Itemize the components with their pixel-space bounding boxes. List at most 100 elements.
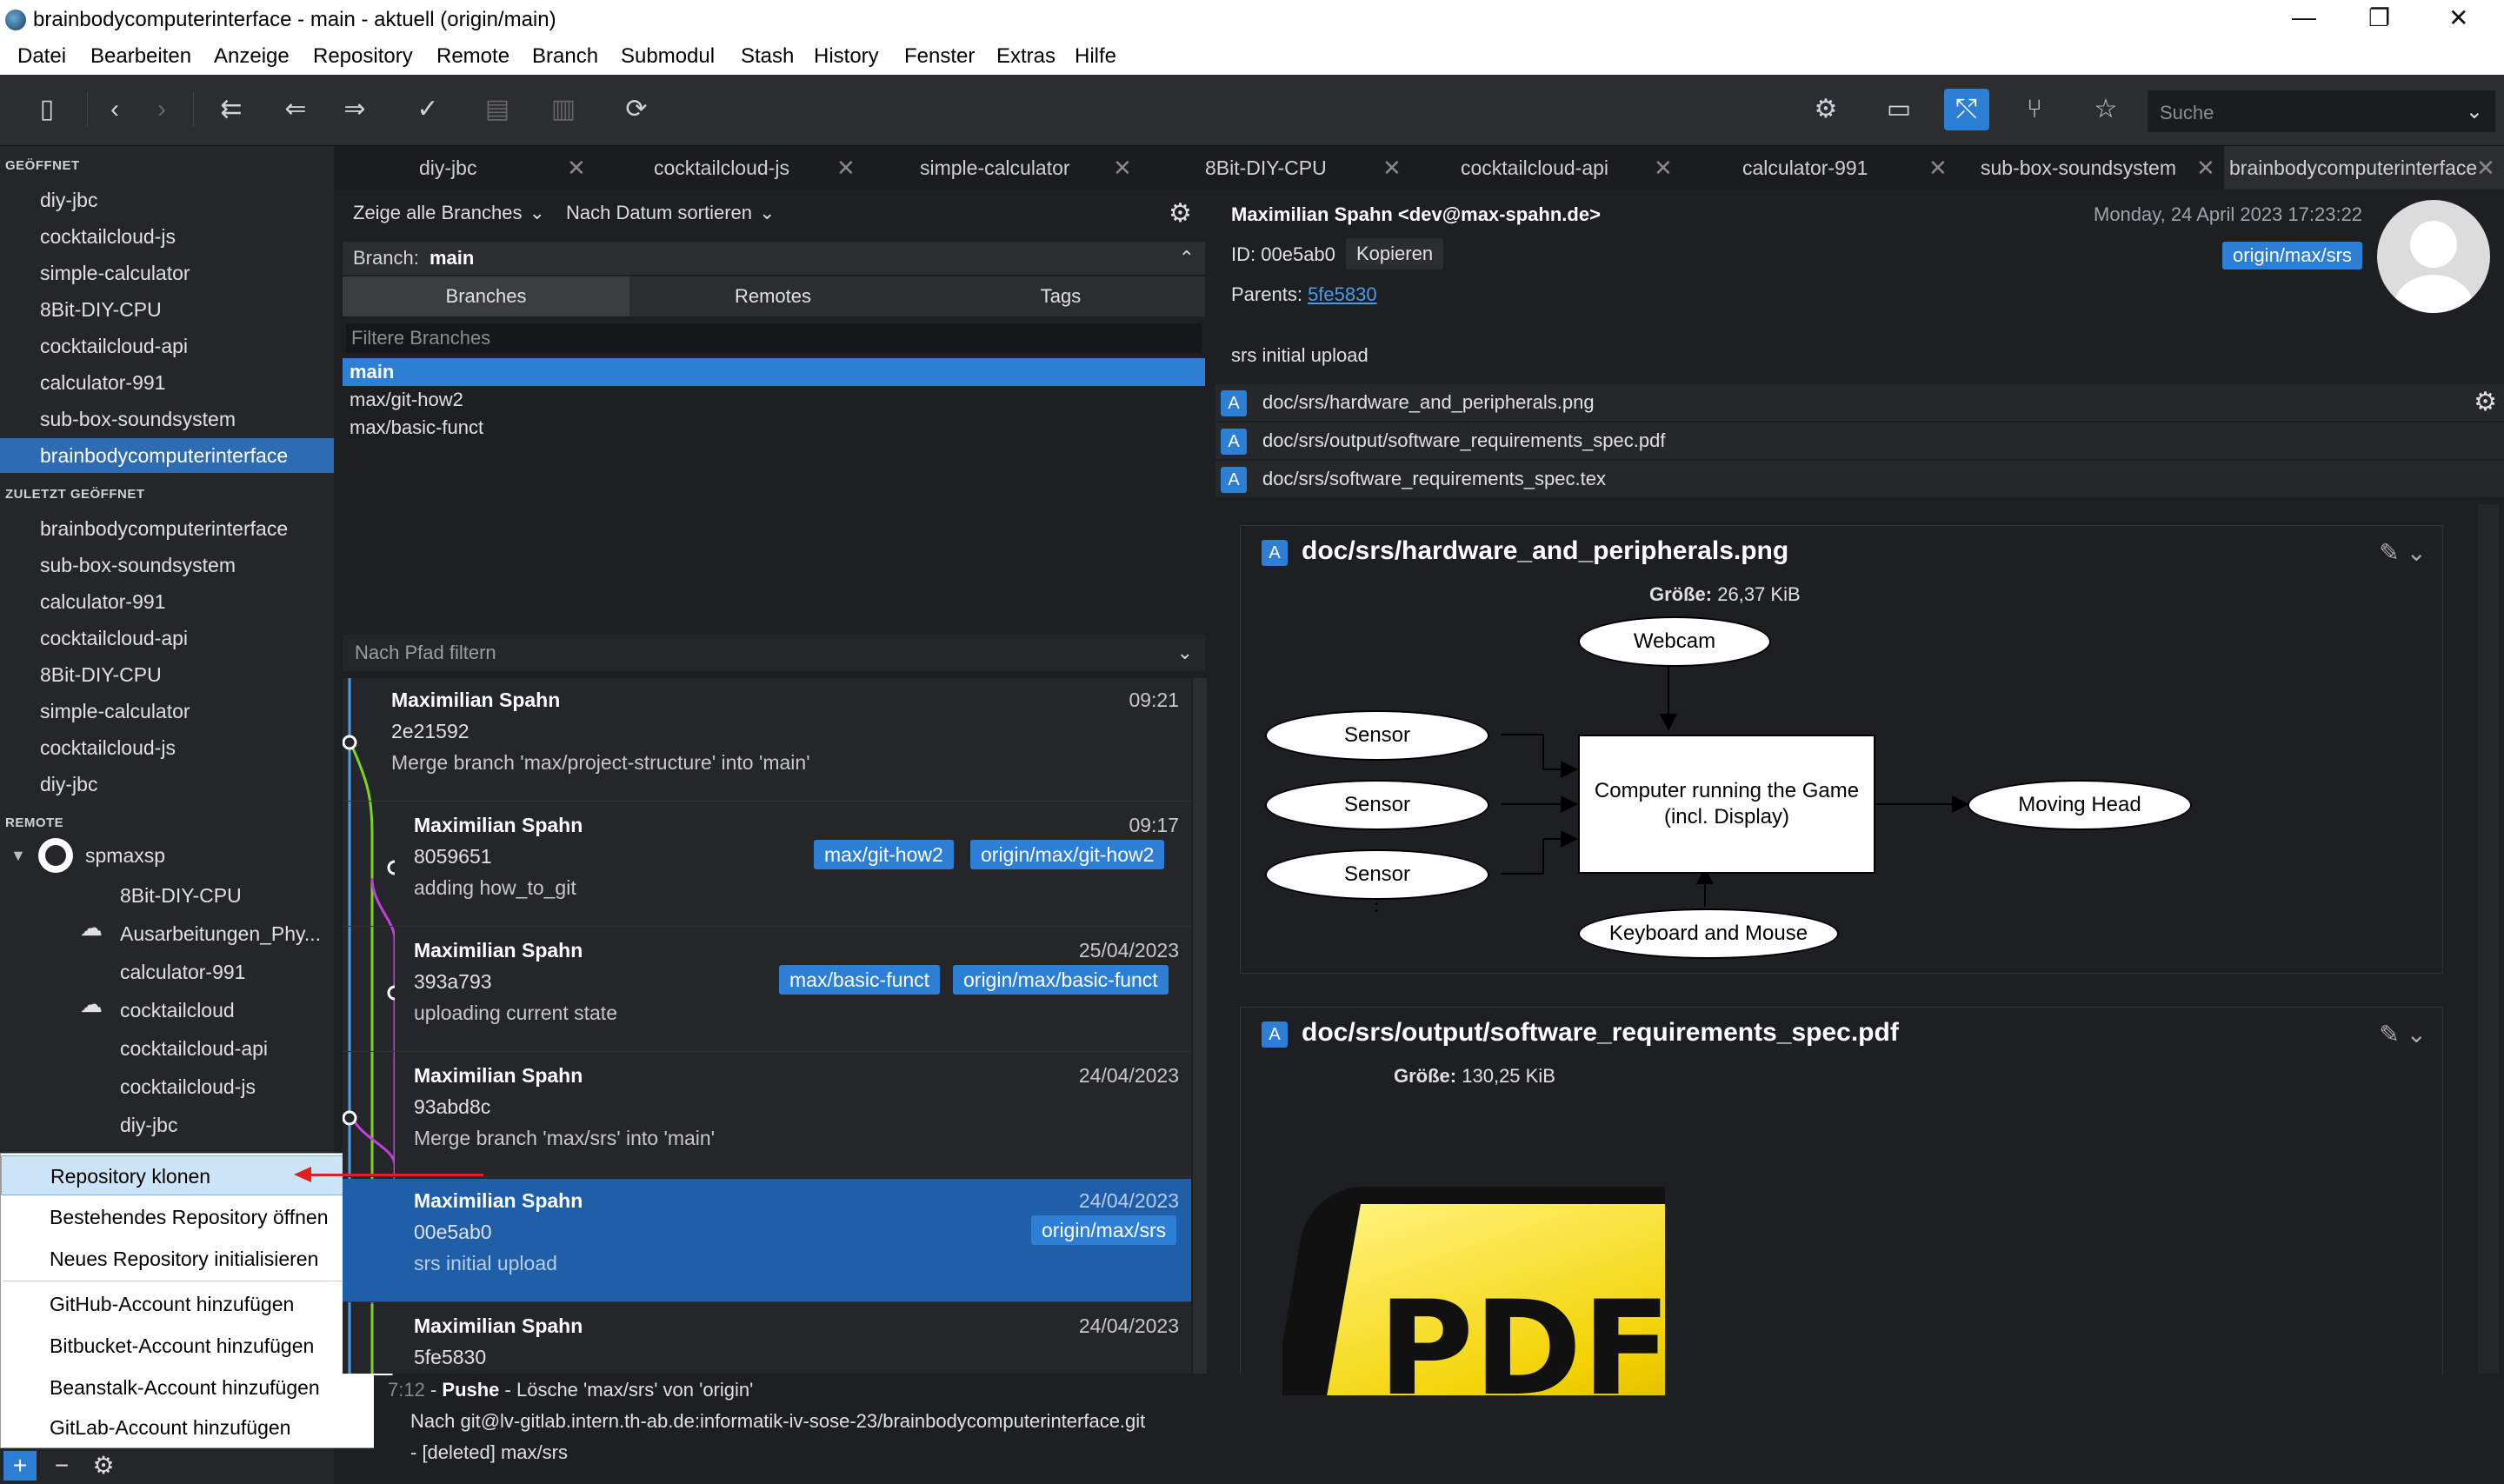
push-icon[interactable]: ⇒: [332, 89, 377, 130]
menu-fenster[interactable]: Fenster: [904, 44, 975, 69]
menu-datei[interactable]: Datei: [17, 44, 66, 69]
sidebar-item-recent[interactable]: diy-jbc: [0, 767, 334, 802]
remote-repo-item[interactable]: diy-jbc: [0, 1108, 334, 1142]
chevron-down-icon[interactable]: ⌄: [2407, 1021, 2427, 1048]
close-tab-icon[interactable]: ✕: [1382, 146, 1402, 190]
favorite-star-icon[interactable]: ☆: [2083, 89, 2128, 130]
tab-remotes[interactable]: Remotes: [629, 276, 916, 316]
parent-link[interactable]: 5fe5830: [1308, 283, 1377, 305]
commit-row[interactable]: Maximilian Spahn 8059651 adding how_to_g…: [343, 803, 1191, 927]
settings-gear-icon[interactable]: ⚙: [1169, 198, 1192, 229]
remote-account-label[interactable]: spmaxsp: [85, 838, 165, 873]
sidebar-item-opened[interactable]: diy-jbc: [0, 183, 334, 217]
settings-gear-icon[interactable]: ⚙: [87, 1451, 120, 1481]
back-icon[interactable]: ‹: [92, 89, 137, 130]
tab-simple-calculator[interactable]: simple-calculator ✕: [920, 146, 1132, 190]
close-tab-icon[interactable]: ✕: [1654, 146, 1673, 190]
commit-row[interactable]: Maximilian Spahn 5fe5830 24/04/2023: [343, 1304, 1191, 1374]
menu-history[interactable]: History: [814, 44, 879, 69]
branch-item[interactable]: main: [343, 358, 1205, 386]
sidebar-item-opened[interactable]: cocktailcloud-js: [0, 219, 334, 254]
menu-submodul[interactable]: Submodul: [621, 44, 715, 69]
branch-badge[interactable]: origin/max/git-how2: [970, 840, 1165, 869]
sidebar-item-opened[interactable]: simple-calculator: [0, 256, 334, 290]
tab-branches[interactable]: Branches: [343, 276, 629, 316]
branch-badge[interactable]: max/git-how2: [814, 840, 954, 869]
layout-icon[interactable]: ▭: [1876, 89, 1921, 130]
branch-badge[interactable]: origin/max/srs: [1031, 1215, 1177, 1245]
branch-badge[interactable]: max/basic-funct: [779, 965, 941, 995]
close-tab-icon[interactable]: ✕: [567, 146, 586, 190]
remote-repo-item[interactable]: cocktailcloud-api: [0, 1031, 334, 1066]
remote-repo-item[interactable]: cocktailcloud: [0, 993, 334, 1028]
path-filter-input[interactable]: Nach Pfad filtern ⌄: [343, 635, 1205, 671]
current-branch-bar[interactable]: Branch: main ⌃: [343, 242, 1205, 275]
detail-scrollbar[interactable]: [2478, 504, 2499, 1374]
sidebar-item-recent[interactable]: calculator-991: [0, 584, 334, 619]
close-button[interactable]: ✕: [2448, 3, 2468, 32]
tab-brainbodycomputerinterface[interactable]: brainbodycomputerinterface ✕: [2224, 146, 2504, 190]
sidebar-item-opened[interactable]: calculator-991: [0, 365, 334, 400]
menu-branch[interactable]: Branch: [532, 44, 598, 69]
sidebar-item-opened[interactable]: cocktailcloud-api: [0, 329, 334, 363]
sidebar-item-recent[interactable]: brainbodycomputerinterface: [0, 511, 334, 546]
sidebar-item-recent[interactable]: cocktailcloud-js: [0, 730, 334, 765]
menu-item-add-beanstalk[interactable]: Beanstalk-Account hinzufügen: [1, 1368, 392, 1407]
add-icon[interactable]: +: [3, 1451, 37, 1481]
tab-diy-jbc[interactable]: diy-jbc ✕: [419, 146, 586, 190]
tab-cocktailcloud-js[interactable]: cocktailcloud-js ✕: [654, 146, 856, 190]
sidebar-item-opened[interactable]: 8Bit-DIY-CPU: [0, 292, 334, 327]
menu-extras[interactable]: Extras: [996, 44, 1056, 69]
sidebar-item-recent[interactable]: simple-calculator: [0, 694, 334, 729]
refresh-icon[interactable]: ⟳: [614, 89, 659, 130]
pull-icon[interactable]: ⇇: [209, 89, 254, 130]
menu-anzeige[interactable]: Anzeige: [214, 44, 290, 69]
branch-view-icon[interactable]: ⑂: [2012, 89, 2057, 130]
collapse-arrow-icon[interactable]: ▼: [10, 847, 26, 865]
close-tab-icon[interactable]: ✕: [1928, 146, 1948, 190]
tab-tags[interactable]: Tags: [916, 276, 1205, 316]
sidebar-item-recent[interactable]: 8Bit-DIY-CPU: [0, 657, 334, 692]
sidebar-item-opened-selected[interactable]: brainbodycomputerinterface: [0, 438, 334, 473]
settings-gear-icon[interactable]: ⚙: [2474, 384, 2497, 421]
graph-view-icon[interactable]: ⤲: [1944, 89, 1989, 130]
menu-item-open-repository[interactable]: Bestehendes Repository öffnen: [1, 1197, 392, 1237]
copy-button[interactable]: Kopieren: [1346, 238, 1444, 270]
chevron-down-icon[interactable]: ⌄: [1177, 635, 1193, 671]
remove-icon[interactable]: −: [45, 1451, 78, 1481]
close-tab-icon[interactable]: ✕: [2476, 146, 2495, 190]
stash-pop-icon[interactable]: ▥: [541, 89, 586, 130]
menu-item-add-gitlab[interactable]: GitLab-Account hinzufügen: [1, 1407, 392, 1447]
remote-repo-item[interactable]: calculator-991: [0, 955, 334, 989]
chevron-down-icon[interactable]: ⌄: [2407, 539, 2427, 566]
sort-dropdown[interactable]: Nach Datum sortieren: [566, 202, 752, 223]
menu-bearbeiten[interactable]: Bearbeiten: [90, 44, 191, 69]
menu-item-add-github[interactable]: GitHub-Account hinzufügen: [1, 1284, 392, 1324]
settings-gear-icon[interactable]: ⚙: [1803, 89, 1848, 130]
commit-row[interactable]: Maximilian Spahn 93abd8c Merge branch 'm…: [343, 1054, 1191, 1177]
close-tab-icon[interactable]: ✕: [2196, 146, 2215, 190]
edit-pencil-icon[interactable]: ✎: [2379, 1021, 2399, 1048]
close-tab-icon[interactable]: ✕: [1113, 146, 1132, 190]
search-input[interactable]: Suche ⌄: [2148, 90, 2495, 132]
commit-list-scrollbar[interactable]: [1193, 678, 1207, 1374]
remote-repo-item[interactable]: 8Bit-DIY-CPU: [0, 878, 334, 913]
changed-file-row[interactable]: A doc/srs/software_requirements_spec.tex: [1215, 461, 2504, 497]
menu-item-init-repository[interactable]: Neues Repository initialisieren: [1, 1239, 392, 1279]
fetch-icon[interactable]: ⇐: [273, 89, 318, 130]
menu-item-add-bitbucket[interactable]: Bitbucket-Account hinzufügen: [1, 1326, 392, 1366]
minimize-button[interactable]: —: [2292, 3, 2316, 31]
menu-repository[interactable]: Repository: [313, 44, 413, 69]
branch-badge[interactable]: origin/max/basic-funct: [953, 965, 1169, 995]
close-tab-icon[interactable]: ✕: [836, 146, 856, 190]
menu-stash[interactable]: Stash: [741, 44, 794, 69]
chevron-down-icon[interactable]: ⌄: [529, 202, 544, 223]
chevron-up-icon[interactable]: ⌃: [1179, 242, 1195, 275]
show-all-branches-dropdown[interactable]: Zeige alle Branches: [353, 202, 522, 223]
changed-file-row[interactable]: A doc/srs/output/software_requirements_s…: [1215, 423, 2504, 459]
maximize-button[interactable]: ❐: [2368, 3, 2390, 32]
commit-row-selected[interactable]: Maximilian Spahn 00e5ab0 srs initial upl…: [343, 1179, 1191, 1302]
commit-row[interactable]: Maximilian Spahn 393a793 uploading curre…: [343, 928, 1191, 1052]
edit-pencil-icon[interactable]: ✎: [2379, 539, 2399, 566]
commit-row[interactable]: Maximilian Spahn 2e21592 Merge branch 'm…: [343, 678, 1191, 802]
